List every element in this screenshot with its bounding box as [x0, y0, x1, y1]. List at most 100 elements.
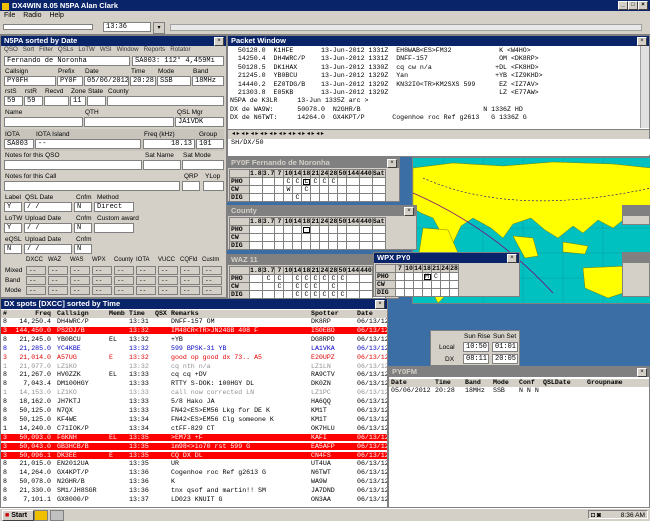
- waz_panel-cell[interactable]: C: [274, 282, 285, 291]
- time-field[interactable]: 20:28: [130, 76, 156, 86]
- county_panel-cell[interactable]: [346, 233, 361, 242]
- county_panel-cell[interactable]: [249, 225, 263, 234]
- county_panel-cell[interactable]: [319, 225, 330, 234]
- waz_panel-cell[interactable]: C: [301, 274, 312, 283]
- waz_panel-cell[interactable]: C: [301, 282, 312, 291]
- fernando_panel-cell[interactable]: C: [292, 193, 303, 202]
- dx-spot-row[interactable]: 8 7,043.4 DM100HGY 13:33 RTTY S-DOK: 100HGY …: [1, 380, 387, 388]
- fernando_panel-cell[interactable]: [346, 185, 361, 194]
- tab-filter[interactable]: Filter: [39, 46, 53, 53]
- fernando_panel-cell[interactable]: [310, 193, 321, 202]
- sat-mode-field[interactable]: [182, 160, 224, 170]
- method-field[interactable]: Direct: [94, 202, 134, 212]
- fernando_panel-cell[interactable]: W: [283, 185, 294, 194]
- dx-spot-row[interactable]: 8 14,264.0 GX4KPT/P 13:36 Cogenhoe roc Ref g…: [1, 469, 387, 477]
- qth-field[interactable]: [84, 117, 174, 127]
- county_panel-cell[interactable]: [346, 225, 361, 234]
- py0fm-row[interactable]: 05/06/2012 20:28 18MHz SSB N N N: [389, 387, 649, 395]
- packet-scrollbar[interactable]: [640, 46, 649, 128]
- tab-sort[interactable]: Sort: [23, 46, 34, 53]
- sat-name-field[interactable]: [143, 160, 181, 170]
- county_panel-cell[interactable]: [261, 233, 276, 242]
- close-icon[interactable]: ×: [638, 1, 648, 10]
- py0fm-close-icon[interactable]: ×: [637, 368, 647, 377]
- start-button[interactable]: ■ Start: [2, 510, 34, 521]
- fernando_panel-cell[interactable]: L: [301, 177, 312, 186]
- fernando_panel-cell[interactable]: [249, 193, 263, 202]
- eqsl-cnfm-field[interactable]: N: [74, 244, 92, 254]
- county_panel-cell[interactable]: [283, 233, 294, 242]
- packet-button[interactable]: ◂ ▸ ◂ ▸ ◂ ▸ ◂ ▸ ◂ ▸ ◂ ▸ ◂ ▸ ◂ ▸ ◂ ▸ ◂ ▸: [232, 131, 324, 137]
- menu-radio[interactable]: Radio: [23, 12, 41, 19]
- county_panel-cell[interactable]: [337, 241, 348, 250]
- waz_panel-cell[interactable]: [283, 274, 294, 283]
- county_panel-cell[interactable]: [319, 241, 330, 250]
- group-field[interactable]: 101: [196, 139, 224, 149]
- fernando_panel-cell[interactable]: [337, 177, 348, 186]
- tab-wsi[interactable]: WSI: [100, 46, 112, 53]
- county_panel-cell[interactable]: [346, 241, 361, 250]
- fernando_panel-cell[interactable]: [310, 185, 321, 194]
- fernando_panel-cell[interactable]: [346, 177, 361, 186]
- fernando_panel-cell[interactable]: C: [328, 177, 339, 186]
- iota-island-field[interactable]: --: [35, 139, 141, 149]
- waz_panel-cell[interactable]: C: [328, 274, 339, 283]
- waz_panel-cell[interactable]: [261, 282, 276, 291]
- county_panel-cell[interactable]: [301, 225, 312, 234]
- dx-spot-row[interactable]: 3 50,043.0 GB3HCB/B 13:35 im98<>io70 rst 599…: [1, 442, 387, 451]
- wpx_panel-cell[interactable]: [404, 280, 414, 289]
- packet-command-input[interactable]: SH/DX/50: [229, 139, 650, 155]
- wpx_panel-cell[interactable]: [431, 288, 441, 297]
- qslmgr-field[interactable]: JA1VDK: [175, 117, 224, 127]
- waz_panel-cell[interactable]: [359, 274, 373, 283]
- fernando_panel-cell[interactable]: [371, 193, 386, 202]
- dx-spot-row[interactable]: 8 21,245.0 YB0BCU EL 13:32 +YB DG8RPD 06/13/12: [1, 336, 387, 344]
- minimize-icon[interactable]: _: [618, 1, 628, 10]
- recvd-field[interactable]: [44, 96, 69, 106]
- county_panel-cell[interactable]: [371, 225, 386, 234]
- wpx_panel-cell[interactable]: C: [431, 272, 441, 281]
- county_panel-cell[interactable]: [371, 241, 386, 250]
- menu-help[interactable]: Help: [49, 12, 63, 19]
- wpx_panel-cell[interactable]: [395, 272, 405, 281]
- packet-close-icon[interactable]: ×: [637, 37, 647, 46]
- fernando_panel-cell[interactable]: [261, 193, 276, 202]
- wpx_panel-cell[interactable]: [422, 280, 432, 289]
- wpx-close-icon[interactable]: ×: [507, 254, 517, 263]
- dx-spots-close-icon[interactable]: ×: [375, 300, 385, 309]
- mode-field[interactable]: SSB: [157, 76, 191, 86]
- fernando-close-icon[interactable]: ×: [387, 159, 397, 168]
- toolbar-slider[interactable]: [3, 24, 93, 30]
- fernando_panel-cell[interactable]: C: [292, 177, 303, 186]
- wpx_panel-cell[interactable]: [404, 272, 414, 281]
- menu-file[interactable]: File: [4, 12, 15, 19]
- fernando_panel-cell[interactable]: [283, 193, 294, 202]
- dx-spot-row[interactable]: 8 21,285.0 YC4KBE 13:32 599 BPSK-31 YB LA1VKA…: [1, 345, 387, 353]
- eqsl-upload-field[interactable]: / /: [24, 244, 72, 254]
- county_panel-cell[interactable]: [283, 241, 294, 250]
- fernando_panel-cell[interactable]: [346, 193, 361, 202]
- fernando_panel-cell[interactable]: [274, 193, 285, 202]
- fernando_panel-cell[interactable]: [261, 177, 276, 186]
- taskbar-app-2[interactable]: [50, 510, 64, 521]
- wpx_panel-cell[interactable]: [449, 272, 459, 281]
- county_panel-cell[interactable]: [261, 241, 276, 250]
- county_panel-cell[interactable]: [337, 233, 348, 242]
- tab-rotator[interactable]: Rotator: [170, 46, 190, 53]
- wpx_panel-cell[interactable]: [413, 280, 423, 289]
- county_panel-cell[interactable]: [310, 225, 321, 234]
- fernando_panel-cell[interactable]: [274, 177, 285, 186]
- waz_panel-cell[interactable]: [283, 282, 294, 291]
- maximize-icon[interactable]: □: [628, 1, 638, 10]
- dx-spot-row[interactable]: 8 21,267.0 HV0ZZK EL 13:33 cq cq +DV RA9CTV 06/…: [1, 371, 387, 379]
- waz_panel-cell[interactable]: C: [292, 282, 303, 291]
- waz_panel-cell[interactable]: [346, 282, 361, 291]
- dx-spot-row[interactable]: 1 14,240.0 C71IOK/P 13:34 ctFF-829 CT OK7HLU 0…: [1, 425, 387, 433]
- waz_panel-cell[interactable]: [337, 282, 348, 291]
- dx-spot-row[interactable]: 8 21,330.0 SM1/JH8SGR 13:36 tnx qsof and mar…: [1, 487, 387, 495]
- notes-call-field[interactable]: [4, 181, 180, 191]
- wpx_panel-cell[interactable]: [431, 280, 441, 289]
- tab-qso[interactable]: QSO: [4, 46, 18, 53]
- notes-qso-field[interactable]: [4, 160, 142, 170]
- wpx_panel-cell[interactable]: [449, 288, 459, 297]
